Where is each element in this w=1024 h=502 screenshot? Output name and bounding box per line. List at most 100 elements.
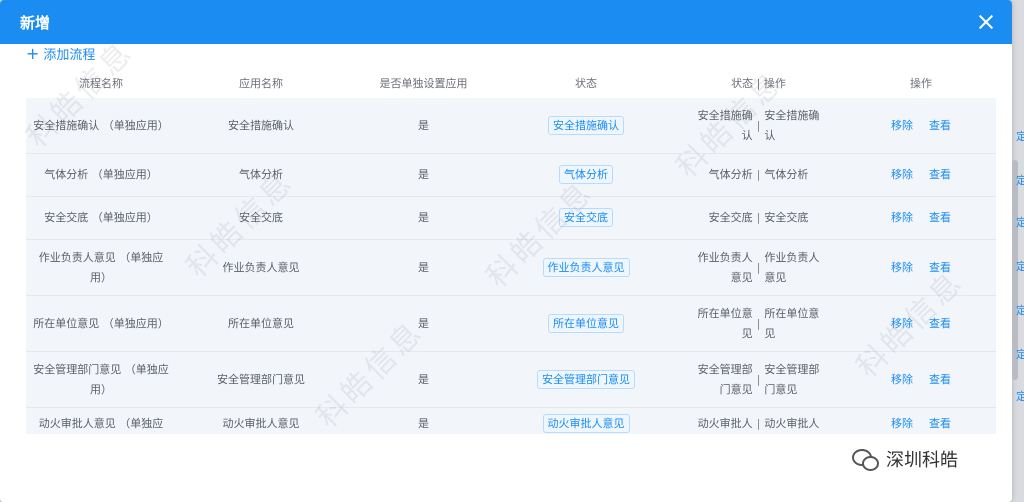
dialog-title: 新增 xyxy=(20,13,51,32)
process-name-cell: 所在单位意见 （单独应用） xyxy=(26,295,176,352)
status-left: 安全措施确认 xyxy=(697,108,753,142)
status-left: 所在单位意见 xyxy=(697,306,753,340)
table-row: 动火审批人意见 （单独应 动火审批人意见是动火审批人意见 动火审批人 | 动火审批人 移除… xyxy=(26,407,996,434)
remove-link[interactable]: 移除 xyxy=(891,211,913,224)
table-row: 安全管理部门意见 （单独应用） 安全管理部门意见是安全管理部门意见 安全管理部门意见… xyxy=(26,351,996,408)
separate-cell: 是 xyxy=(346,98,501,154)
column-header-process-name: 流程名称 xyxy=(26,68,176,98)
app-name-cell: 所在单位意见 xyxy=(176,295,346,352)
operation-cell: 移除 查看 xyxy=(846,295,996,352)
status-left: 安全管理部门意见 xyxy=(697,362,753,396)
column-header-operation: 操作 xyxy=(846,68,996,98)
view-link[interactable]: 查看 xyxy=(929,211,951,224)
status-operation-cell: 安全交底 | 安全交底 xyxy=(671,196,846,240)
app-name-cell: 安全交底 xyxy=(176,196,346,240)
status-left: 气体分析 xyxy=(708,168,753,181)
separator: | xyxy=(756,260,761,274)
remove-link[interactable]: 移除 xyxy=(891,317,913,330)
dialog-header: 新增 xyxy=(0,0,1012,44)
status-cell: 所在单位意见 xyxy=(501,295,671,352)
column-header-app-name: 应用名称 xyxy=(176,68,346,98)
table-row: 安全措施确认 （单独应用） 安全措施确认是安全措施确认 安全措施确认 | 安全措施确认移… xyxy=(26,98,996,154)
process-name-cell: 动火审批人意见 （单独应 xyxy=(26,407,176,434)
table-row: 作业负责人意见 （单独应用） 作业负责人意见是作业负责人意见 作业负责人意见 | 作业负… xyxy=(26,239,996,296)
status-operation-cell: 安全措施确认 | 安全措施确认 xyxy=(671,98,846,154)
add-process-label: 添加流程 xyxy=(43,48,96,63)
separator: | xyxy=(756,316,761,330)
plus-icon: + xyxy=(26,43,40,63)
process-name-cell: 安全交底 （单独应用） xyxy=(26,196,176,240)
status-right: 气体分析 xyxy=(764,168,809,181)
status-tag: 安全交底 xyxy=(559,208,613,227)
separator: | xyxy=(756,372,761,386)
remove-link[interactable]: 移除 xyxy=(891,168,913,181)
view-link[interactable]: 查看 xyxy=(929,119,951,132)
table-header-row: 流程名称 应用名称 是否单独设置应用 状态 状态 | 操作 操作 xyxy=(26,68,996,98)
app-name-cell: 动火审批人意见 xyxy=(176,407,346,434)
app-name-cell: 安全措施确认 xyxy=(176,98,346,154)
view-link[interactable]: 查看 xyxy=(929,168,951,181)
close-icon[interactable] xyxy=(976,12,996,32)
status-left: 动火审批人 xyxy=(697,417,753,430)
status-right: 安全交底 xyxy=(764,211,809,224)
view-link[interactable]: 查看 xyxy=(929,261,951,274)
separate-cell: 是 xyxy=(346,351,501,408)
status-right: 安全管理部门意见 xyxy=(764,362,820,396)
status-operation-cell: 所在单位意见 | 所在单位意见 xyxy=(671,295,846,352)
remove-link[interactable]: 移除 xyxy=(891,119,913,132)
status-left: 作业负责人意见 xyxy=(697,250,753,284)
separate-cell: 是 xyxy=(346,295,501,352)
status-cell: 作业负责人意见 xyxy=(501,239,671,296)
status-tag: 气体分析 xyxy=(559,165,613,184)
app-name-cell: 气体分析 xyxy=(176,153,346,197)
remove-link[interactable]: 移除 xyxy=(891,373,913,386)
background-page-text: 定 xyxy=(1016,390,1024,403)
table-row: 气体分析 （单独应用） 气体分析是气体分析 气体分析 | 气体分析 移除 查看 xyxy=(26,153,996,197)
column-header-separate: 是否单独设置应用 xyxy=(346,68,501,98)
process-name-cell: 气体分析 （单独应用） xyxy=(26,153,176,197)
process-table: 流程名称 应用名称 是否单独设置应用 状态 状态 | 操作 操作 安全措施确认 … xyxy=(26,68,996,434)
remove-link[interactable]: 移除 xyxy=(891,261,913,274)
status-right: 安全措施确认 xyxy=(764,108,820,142)
operation-cell: 移除 查看 xyxy=(846,196,996,240)
process-name-cell: 作业负责人意见 （单独应用） xyxy=(26,239,176,296)
background-page-text: 定 xyxy=(1016,348,1024,361)
separator: | xyxy=(756,211,761,224)
status-left: 安全交底 xyxy=(708,211,753,224)
status-cell: 安全管理部门意见 xyxy=(501,351,671,408)
brand-label: 深圳科皓 xyxy=(886,450,958,471)
separator: | xyxy=(756,417,761,430)
process-name-cell: 安全措施确认 （单独应用） xyxy=(26,98,176,154)
status-operation-cell: 安全管理部门意见 | 安全管理部门意见 xyxy=(671,351,846,408)
view-link[interactable]: 查看 xyxy=(929,373,951,386)
operation-cell: 移除 查看 xyxy=(846,153,996,197)
operation-cell: 移除 查看 xyxy=(846,351,996,408)
status-tag: 作业负责人意见 xyxy=(542,257,630,277)
status-tag: 安全管理部门意见 xyxy=(537,369,635,389)
separate-cell: 是 xyxy=(346,407,501,434)
app-name-cell: 作业负责人意见 xyxy=(176,239,346,296)
background-page-text: 定 xyxy=(1016,216,1024,229)
operation-cell: 移除 查看 xyxy=(846,98,996,154)
status-operation-cell: 动火审批人 | 动火审批人 xyxy=(671,407,846,434)
operation-cell: 移除 查看 xyxy=(846,407,996,434)
table-row: 安全交底 （单独应用） 安全交底是安全交底 安全交底 | 安全交底 移除 查看 xyxy=(26,196,996,240)
status-tag: 安全措施确认 xyxy=(548,115,624,135)
separate-cell: 是 xyxy=(346,239,501,296)
operation-cell: 移除 查看 xyxy=(846,239,996,296)
view-link[interactable]: 查看 xyxy=(929,417,951,430)
view-link[interactable]: 查看 xyxy=(929,317,951,330)
status-operation-cell: 气体分析 | 气体分析 xyxy=(671,153,846,197)
status-right: 动火审批人 xyxy=(764,417,820,430)
column-header-status: 状态 xyxy=(501,68,671,98)
background-page-text: 定 xyxy=(1016,174,1024,187)
remove-link[interactable]: 移除 xyxy=(891,417,913,430)
wechat-icon xyxy=(852,447,879,471)
separate-cell: 是 xyxy=(346,196,501,240)
background-page-text: 定 xyxy=(1016,260,1024,273)
status-cell: 动火审批人意见 xyxy=(501,407,671,434)
status-cell: 气体分析 xyxy=(501,153,671,197)
add-process-button[interactable]: + 添加流程 xyxy=(26,44,95,63)
status-operation-cell: 作业负责人意见 | 作业负责人意见 xyxy=(671,239,846,296)
status-cell: 安全交底 xyxy=(501,196,671,240)
